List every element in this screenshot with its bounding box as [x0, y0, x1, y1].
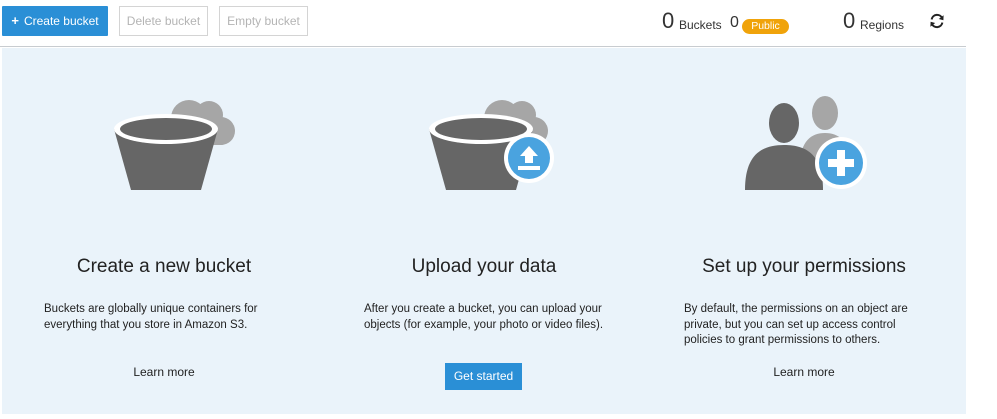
- bucket-cloud-icon: [114, 100, 235, 190]
- empty-bucket-label: Empty bucket: [227, 14, 300, 28]
- learn-more-link[interactable]: Learn more: [14, 365, 314, 379]
- feature-description: Buckets are globally unique containers f…: [44, 303, 258, 331]
- regions-label: Regions: [860, 18, 905, 32]
- buckets-label: Buckets: [679, 18, 722, 32]
- bucket-upload-icon: [429, 100, 554, 190]
- feature-description: After you create a bucket, you can uploa…: [364, 303, 604, 331]
- feature-description: By default, the permissions on an object…: [684, 303, 908, 346]
- learn-more-link[interactable]: Learn more: [654, 365, 954, 379]
- delete-bucket-button[interactable]: Delete bucket: [119, 6, 208, 36]
- plus-icon: +: [11, 13, 19, 28]
- getting-started-panel: Create a new bucket Buckets are globally…: [2, 48, 966, 414]
- get-started-button[interactable]: Get started: [445, 363, 522, 390]
- toolbar-divider: [0, 46, 966, 47]
- empty-bucket-button[interactable]: Empty bucket: [219, 6, 308, 36]
- feature-title: Create a new bucket: [76, 256, 252, 277]
- toolbar: + Create bucket Delete bucket Empty bucke…: [0, 0, 966, 46]
- refresh-icon[interactable]: [929, 13, 945, 29]
- buckets-count: 0: [662, 8, 675, 33]
- public-count: 0: [730, 14, 739, 31]
- feature-title: Set up your permissions: [702, 256, 906, 277]
- feature-title: Upload your data: [411, 256, 557, 277]
- delete-bucket-label: Delete bucket: [126, 14, 201, 28]
- create-bucket-button[interactable]: + Create bucket: [2, 6, 108, 36]
- users-add-icon: [745, 96, 867, 190]
- public-badge: Public: [742, 19, 789, 34]
- create-bucket-label: Create bucket: [23, 14, 99, 28]
- regions-count: 0: [843, 8, 856, 33]
